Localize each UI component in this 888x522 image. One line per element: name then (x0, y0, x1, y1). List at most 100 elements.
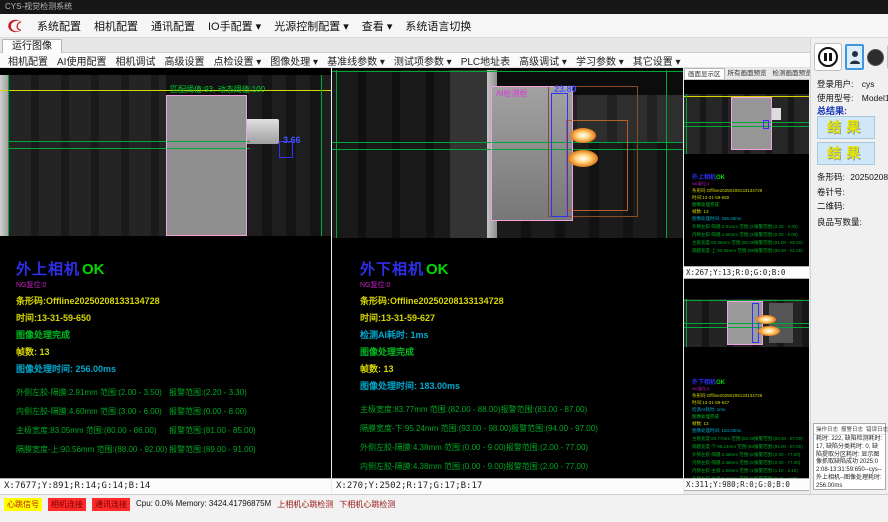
tool-baseline-params[interactable]: 基准线参数 ▾ (327, 53, 385, 68)
measurement-value: 隔膜宽度-上:90.56mm 范围:(88.00 - 92.00) (16, 444, 169, 455)
heartbeat-badge: 心跳信号 (4, 498, 42, 511)
qr-code-label: 二维码: (817, 200, 845, 212)
control-panel: 登录用户: cys 使用型号: Model1 总结果: 结果 结果 条形码: 2… (810, 38, 888, 494)
model-label: 使用型号: (817, 93, 853, 103)
tool-learning-params[interactable]: 学习参数 ▾ (576, 53, 624, 68)
user-icon (849, 49, 861, 65)
tool-advanced-settings[interactable]: 高级设置 (164, 53, 204, 68)
right-barcode: 条形码:Offline20250208133134728 (360, 294, 598, 307)
log-body[interactable]: 耗时: 222, 缺陷检测耗时: 17, 缺陷分类耗时: 0, 缺陷提取分区耗时… (814, 435, 885, 492)
menu-item-light-control-config[interactable]: 光源控制配置 ▾ (274, 18, 349, 34)
tool-advanced-debug[interactable]: 高级调试 ▾ (519, 53, 567, 68)
left-frame-count: 帧数: 13 (16, 345, 256, 358)
right-done-label: 图像处理完成 (360, 345, 598, 358)
model-value[interactable]: Model1 (862, 93, 888, 103)
pin-number-label: 卷针号: (817, 186, 845, 198)
left-camera-image[interactable]: 匹配阈值:93, 动态阈值:100 3.66 (0, 75, 331, 236)
tab-run-image[interactable]: 运行图像 (2, 39, 62, 53)
measurement-value: 外侧左胶-隔膜:4.38mm 范围:(0.00 - 9.00) (360, 442, 506, 453)
thumb2-ng: NG复位:0 (692, 386, 803, 392)
thumb-tab-detect-preview[interactable]: 检测画面预览 (770, 68, 815, 79)
log-box: 操作日志 报警日志 错误日志 耗时: 222, 缺陷检测耗时: 17, 缺陷分类… (813, 423, 886, 490)
thumb-measure-alarm: 报警范围:(2.00 - 77.00) (754, 460, 800, 466)
right-img-machine-left (332, 70, 450, 238)
right-img-green-vline-1 (336, 70, 337, 238)
right-ng-label: NG复位:0 (360, 280, 598, 290)
left-barcode: 条形码:Offline20250208133134728 (16, 294, 256, 307)
panel-barcode-row: 条形码: 20250208 (817, 171, 888, 183)
menu-item-language-switch[interactable]: 系统语言切换 (405, 18, 471, 34)
left-ng-label: NG复位:0 (16, 280, 256, 290)
measurement-row: 主极宽度:83.77mm 范围:(82.00 - 88.00) 报警范围:(83… (360, 404, 598, 415)
pause-button[interactable] (814, 43, 842, 71)
panel-barcode-label: 条形码: (817, 172, 845, 182)
menu-item-camera-config[interactable]: 相机配置 (94, 18, 138, 34)
thumbnail-lower-camera[interactable]: 外下相机OK NG复位:0 条形码:Offline202502081331347… (684, 279, 809, 478)
log-tab-error[interactable]: 错误日志 (866, 425, 888, 433)
thumb-measure-row: 主极宽度:83.05mm 范围:(80.00 - 86.00)报警范围:(81.… (692, 240, 803, 246)
measurement-alarm: 报警范围:(89.00 - 91.00) (169, 444, 256, 455)
right-img-ai-box-label: AI检测框 (496, 88, 528, 99)
left-process-time: 图像处理时间: 256.00ms (16, 362, 256, 375)
measurement-alarm: 报警范围:(2.20 - 3.30) (169, 387, 247, 398)
app-logo-icon (6, 17, 24, 35)
thumb-measure-value: 外侧左胶-隔膜:4.38mm 范围:(0.00 - 9.00) (692, 452, 754, 458)
thumb1-time: 时间:13-31-59-650 (692, 195, 803, 201)
right-img-green-top-line (332, 71, 683, 72)
thumb2-status-ok: OK (716, 380, 725, 386)
thumb-measure-value: 内侧左胶-隔膜:4.60mm 范围:(3.00 - 6.00) (692, 232, 754, 238)
thumb1-barcode: 条形码:Offline20250208133134728 (692, 188, 803, 194)
measurement-row: 主极宽度:83.05mm 范围:(80.00 - 86.00) 报警范围:(81… (16, 425, 256, 436)
tool-ai-usage-config[interactable]: AI使用配置 (57, 53, 106, 68)
result-box-upper: 结果 (817, 116, 875, 139)
thumb-tab-all-preview[interactable]: 所有画面预览 (725, 68, 770, 79)
thumb1-result-text: 外上相机OK NG复位:0 条形码:Offline202502081331347… (692, 172, 803, 254)
log-tab-operation[interactable]: 操作日志 (816, 425, 838, 433)
right-ai-time: 检测AI耗时: 1ms (360, 328, 598, 341)
camera-user-button[interactable] (845, 44, 864, 70)
left-img-green-vline-2 (321, 75, 322, 236)
thumb-tab-display-area[interactable]: 画面显示区 (684, 68, 725, 79)
left-result-title: 外上相机OK (16, 258, 256, 279)
left-img-green-vline-1 (8, 75, 9, 236)
tool-spot-check[interactable]: 点检设置 ▾ (213, 53, 261, 68)
window-titlebar: CYS-视觉检测系统 (0, 0, 888, 14)
tool-camera-debug[interactable]: 相机调试 (115, 53, 155, 68)
measurement-value: 内侧左胶-隔膜:4.38mm 范围:(0.00 - 9.00) (360, 461, 506, 472)
login-user-label: 登录用户: (817, 79, 853, 89)
log-tab-alarm[interactable]: 报警日志 (841, 425, 863, 433)
menu-bar: 系统配置 相机配置 通讯配置 IO手配置 ▾ 光源控制配置 ▾ 查看 ▾ 系统语… (0, 14, 888, 38)
right-camera-name: 外下相机 (360, 261, 424, 278)
status-bar: 心跳信号 相机连接 通讯连接 Cpu: 0.0% Memory: 3424.41… (0, 494, 888, 522)
right-camera-image[interactable]: AI检测框 23.80 (332, 70, 683, 238)
measurement-value: 主极宽度:83.77mm 范围:(82.00 - 88.00) (360, 404, 501, 415)
measurement-row: 外侧左胶-隔膜:4.38mm 范围:(0.00 - 9.00) 报警范围:(2.… (360, 442, 598, 453)
menu-item-io-config[interactable]: IO手配置 ▾ (208, 18, 261, 34)
measurement-value: 内侧左胶-隔膜:4.60mm 范围:(3.00 - 6.00) (16, 406, 169, 417)
menu-item-comm-config[interactable]: 通讯配置 (151, 18, 195, 34)
pause-icon (818, 47, 838, 67)
menu-item-system-config[interactable]: 系统配置 (37, 18, 81, 34)
menu-item-view[interactable]: 查看 ▾ (362, 18, 393, 34)
tool-test-params[interactable]: 测试项参数 ▾ (394, 53, 452, 68)
thumb1-done: 图像处理完成 (692, 202, 803, 208)
measurement-value: 主极宽度:83.05mm 范围:(80.00 - 86.00) (16, 425, 169, 436)
app-window: CYS-视觉检测系统 系统配置 相机配置 通讯配置 IO手配置 ▾ 光源控制配置… (0, 0, 888, 522)
tool-image-processing[interactable]: 图像处理 ▾ (270, 53, 318, 68)
tool-other-settings[interactable]: 其它设置 ▾ (633, 53, 681, 68)
tool-camera-config[interactable]: 相机配置 (8, 53, 48, 68)
thumb-measure-alarm: 报警范围:(81.00 - 85.00) (754, 240, 803, 246)
thumb-measure-value: 隔膜宽度-上:90.56mm 范围:(88.00 - 92.00) (692, 248, 754, 254)
status-indicator-icon[interactable] (867, 49, 884, 66)
panel-buttons (814, 43, 888, 71)
tool-plc-address-table[interactable]: PLC地址表 (461, 53, 510, 68)
measurement-value: 外侧左胶-隔膜:2.91mm 范围:(2.00 - 3.50) (16, 387, 169, 398)
lower-camera-heartbeat: 下相机心跳检测 (339, 498, 395, 510)
left-img-threshold-label: 匹配阈值:93, 动态阈值:100 (170, 84, 265, 95)
thumb2-weld-glow-2 (758, 326, 780, 336)
thumbnail-upper-camera[interactable]: 外上相机OK NG复位:0 条形码:Offline202502081331347… (684, 80, 809, 266)
right-img-green-vline-2 (666, 70, 667, 238)
measurement-alarm: 报警范围:(83.00 - 87.00) (501, 404, 588, 415)
thumb2-green-vline (686, 299, 687, 347)
thumb-measure-alarm: 报警范围:(89.00 - 91.00) (754, 248, 803, 254)
